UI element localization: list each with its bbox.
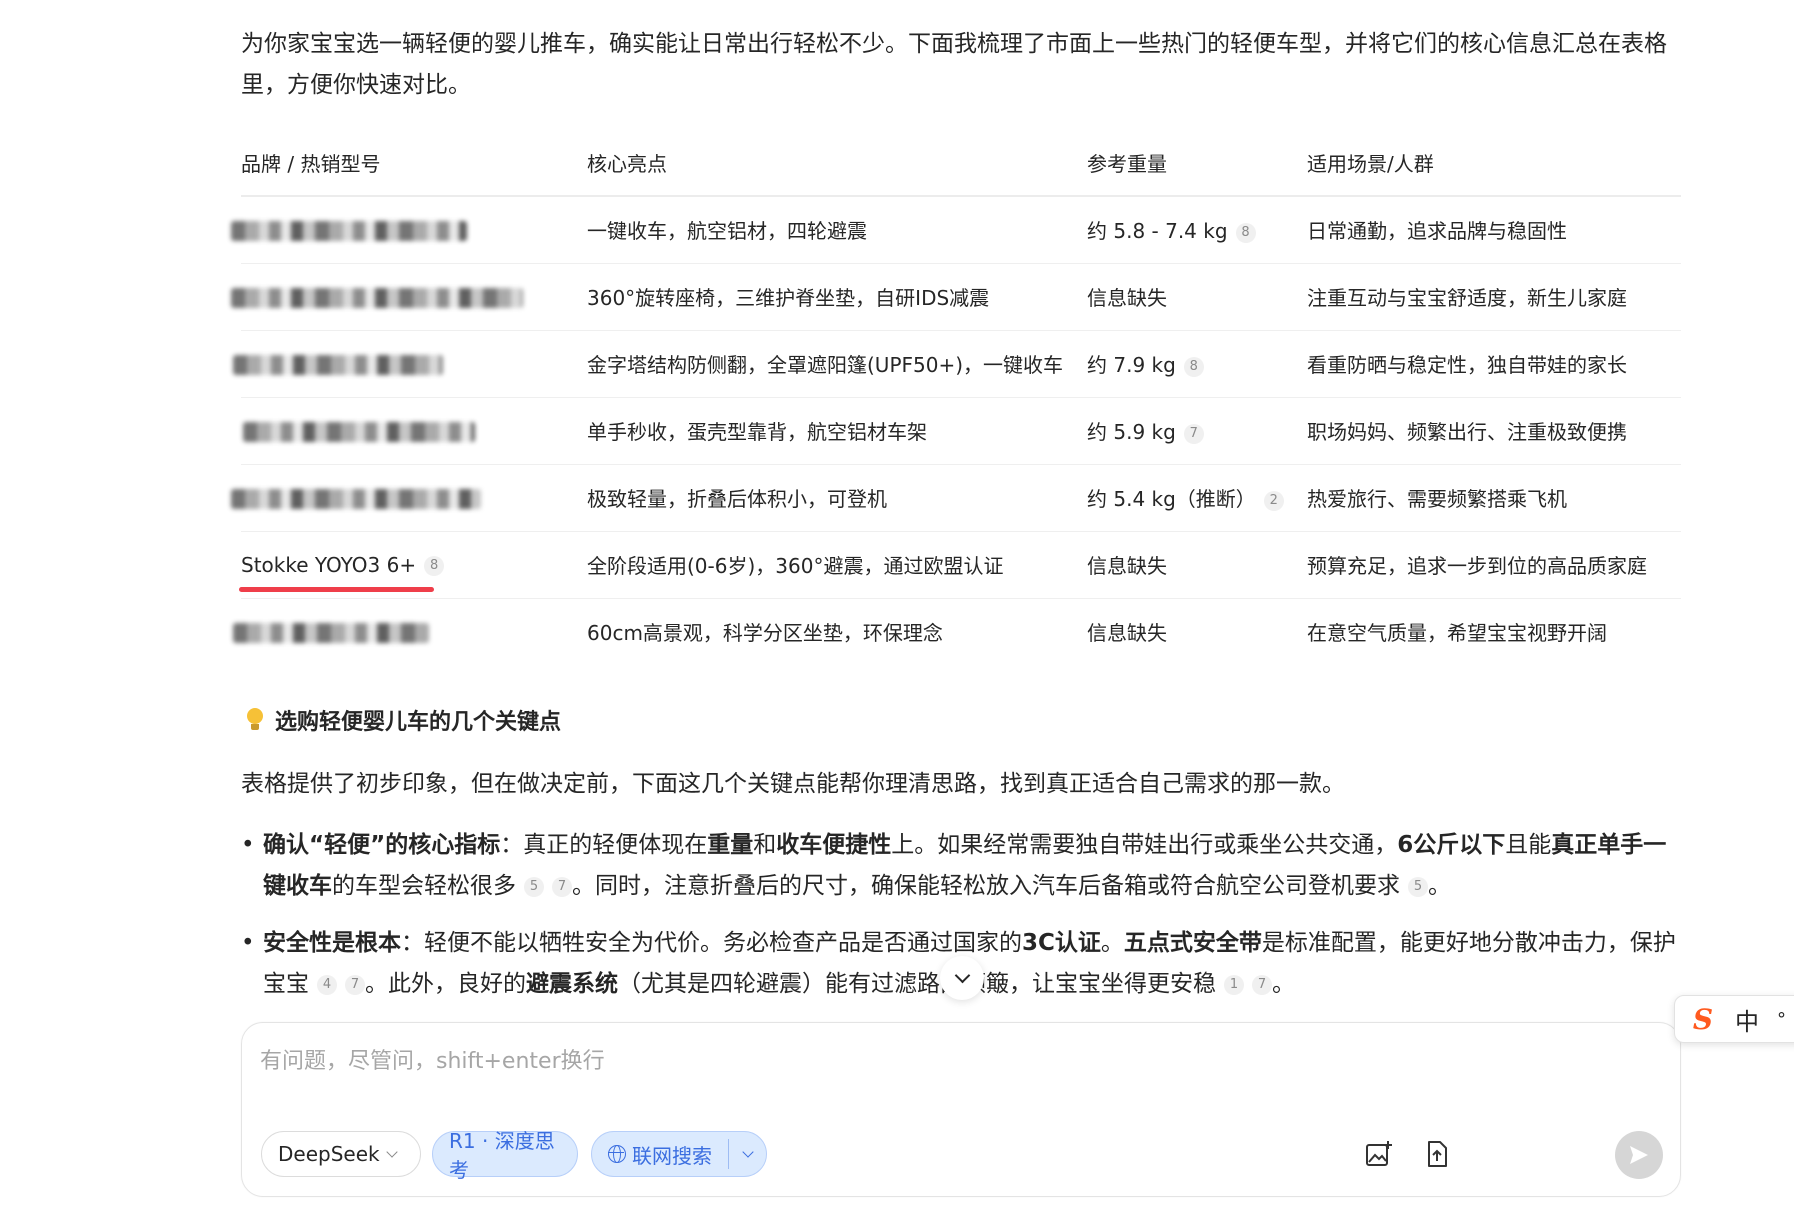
scene-cell: 职场妈妈、频繁出行、注重极致便携 (1307, 397, 1681, 465)
citation-badge[interactable]: 2 (1263, 490, 1284, 511)
lightbulb-icon (245, 708, 265, 732)
blurred-brand (233, 355, 443, 375)
weight-cell: 约 7.9 kg 8 (1087, 330, 1307, 398)
blurred-brand (231, 288, 523, 308)
citation-badge[interactable]: 1 (1224, 974, 1244, 995)
send-button[interactable] (1615, 1131, 1663, 1179)
highlight-underline (239, 586, 435, 592)
web-search-toggle[interactable]: 联网搜索 (591, 1131, 767, 1177)
scene-cell: 看重防晒与稳定性，独自带娃的家长 (1307, 330, 1681, 398)
blurred-brand (233, 623, 429, 644)
list-item: 确认“轻便”的核心指标：真正的轻便体现在重量和收车便捷性上。如果经常需要独自带娃… (241, 825, 1681, 907)
brand-cell (233, 330, 587, 398)
chat-input-box: DeepSeek R1 · 深度思考 联网搜索 (241, 1022, 1681, 1197)
scene-cell: 注重互动与宝宝舒适度，新生儿家庭 (1307, 263, 1681, 331)
chevron-down-icon (385, 1146, 398, 1158)
brand-cell (231, 263, 587, 331)
image-add-icon (1366, 1141, 1392, 1166)
globe-icon (608, 1145, 626, 1163)
upload-file-button[interactable] (1418, 1135, 1456, 1173)
intro-paragraph: 为你家宝宝选一辆轻便的婴儿推车，确实能让日常出行轻松不少。下面我梳理了市面上一些… (241, 31, 1667, 98)
brand-cell (241, 397, 587, 465)
table-header-row: 品牌 / 热销型号 核心亮点 参考重量 适用场景/人群 (241, 129, 1681, 197)
citation-badge[interactable]: 7 (552, 876, 572, 897)
weight-cell: 约 5.8 - 7.4 kg 8 (1087, 196, 1307, 264)
brand-cell: Stokke YOYO3 6+ 8 (239, 531, 587, 599)
brand-cell (231, 196, 587, 264)
citation-badge[interactable]: 8 (1235, 222, 1256, 243)
features-cell: 360°旋转座椅，三维护脊坐垫，自研IDS减震 (587, 263, 1087, 331)
table-row: 金字塔结构防侧翻，全罩遮阳篷(UPF50+)，一键收车 约 7.9 kg 8 看重… (233, 330, 1681, 398)
features-cell: 一键收车，航空铝材，四轮避震 (587, 196, 1087, 264)
table-row: Stokke YOYO3 6+ 8 全阶段适用(0-6岁)，360°避震，通过欧… (239, 531, 1681, 599)
scene-cell: 日常通勤，追求品牌与稳固性 (1307, 196, 1681, 264)
table-row: 360°旋转座椅，三维护脊坐垫，自研IDS减震 信息缺失 注重互动与宝宝舒适度，… (231, 263, 1681, 331)
scene-cell: 预算充足，追求一步到位的高品质家庭 (1307, 531, 1681, 599)
table-row: 一键收车，航空铝材，四轮避震 约 5.8 - 7.4 kg 8 日常通勤，追求品牌… (231, 196, 1681, 264)
features-cell: 金字塔结构防侧翻，全罩遮阳篷(UPF50+)，一键收车 (587, 330, 1087, 398)
citation-badge[interactable]: 8 (1183, 356, 1204, 377)
features-cell: 极致轻量，折叠后体积小，可登机 (587, 464, 1087, 532)
features-cell: 全阶段适用(0-6岁)，360°避震，通过欧盟认证 (587, 531, 1087, 599)
add-image-button[interactable] (1360, 1135, 1398, 1173)
comparison-table: 品牌 / 热销型号 核心亮点 参考重量 适用场景/人群 一键收车，航空铝材，四轮… (231, 129, 1681, 665)
scroll-to-bottom-button[interactable] (940, 956, 984, 1000)
ime-language[interactable]: 中 (1735, 1002, 1759, 1037)
chevron-down-icon (954, 967, 970, 984)
citation-badge[interactable]: 8 (424, 556, 445, 576)
weight-cell: 约 5.9 kg 7 (1087, 397, 1307, 465)
citation-badge[interactable]: 5 (524, 876, 544, 897)
web-search-main[interactable]: 联网搜索 (592, 1132, 728, 1176)
chat-input[interactable] (260, 1043, 1640, 1103)
citation-badge[interactable]: 7 (1252, 974, 1272, 995)
blurred-brand (231, 489, 481, 509)
send-icon (1630, 1146, 1648, 1164)
section-heading: 选购轻便婴儿车的几个关键点 (245, 704, 561, 736)
weight-cell: 约 5.4 kg（推断） 2 (1087, 464, 1307, 532)
weight-cell: 信息缺失 (1087, 621, 1167, 646)
web-search-dropdown[interactable] (729, 1132, 766, 1176)
model-selector[interactable]: DeepSeek (261, 1131, 421, 1177)
brand-name-link[interactable]: Stokke YOYO3 6+ (239, 553, 435, 592)
citation-badge[interactable]: 7 (1183, 423, 1204, 444)
features-cell: 60cm高景观，科学分区坐垫，环保理念 (587, 621, 943, 646)
blurred-brand (231, 221, 467, 242)
chat-message: 为你家宝宝选一辆轻便的婴儿推车，确实能让日常出行轻松不少。下面我梳理了市面上一些… (241, 24, 1681, 106)
weight-cell: 信息缺失 (1087, 531, 1307, 599)
brand-cell (231, 464, 587, 532)
section-intro: 表格提供了初步印象，但在做决定前，下面这几个关键点能帮你理清思路，找到真正适合自… (241, 771, 1345, 797)
scene-cell: 热爱旅行、需要频繁搭乘飞机 (1307, 464, 1681, 532)
header-scene: 适用场景/人群 (1307, 129, 1681, 197)
table-row: 60cm高景观，科学分区坐垫，环保理念 信息缺失 在意空气质量，希望宝宝视野开阔 (233, 598, 1681, 665)
blurred-brand (243, 422, 475, 442)
table-row: 单手秒收，蛋壳型靠背，航空铝材车架 约 5.9 kg 7 职场妈妈、频繁出行、注重… (241, 397, 1681, 465)
header-brand: 品牌 / 热销型号 (241, 129, 587, 197)
header-features: 核心亮点 (587, 129, 1087, 197)
upload-icon (1428, 1141, 1447, 1167)
scene-cell: 在意空气质量，希望宝宝视野开阔 (1307, 621, 1607, 646)
weight-cell: 信息缺失 (1087, 263, 1307, 331)
features-cell: 单手秒收，蛋壳型靠背，航空铝材车架 (587, 397, 1087, 465)
chevron-down-icon (741, 1146, 754, 1158)
citation-badge[interactable]: 7 (345, 974, 365, 995)
citation-badge[interactable]: 4 (317, 974, 337, 995)
brand-cell (233, 598, 587, 665)
citation-badge[interactable]: 5 (1408, 876, 1428, 897)
ime-punctuation[interactable]: ° (1777, 1009, 1786, 1030)
sogou-logo-icon: S (1692, 1002, 1714, 1036)
deep-think-toggle[interactable]: R1 · 深度思考 (432, 1129, 578, 1182)
table-row: 极致轻量，折叠后体积小，可登机 约 5.4 kg（推断） 2 热爱旅行、需要频繁搭… (231, 464, 1681, 532)
ime-toolbar[interactable]: S 中 ° (1674, 995, 1794, 1043)
header-weight: 参考重量 (1087, 129, 1307, 197)
